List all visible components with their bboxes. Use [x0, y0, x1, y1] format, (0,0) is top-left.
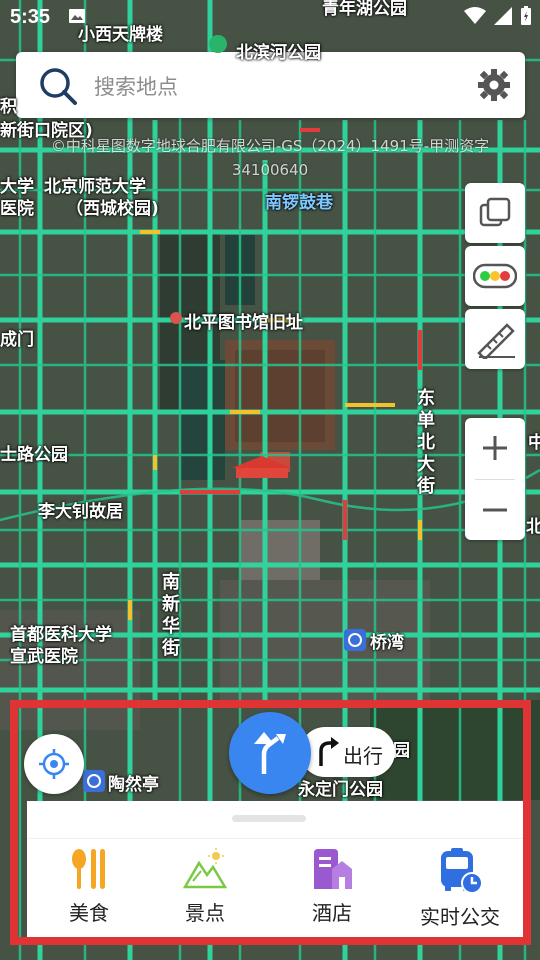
quick-category-panel: 美食 景点 酒店 实时公交 — [27, 801, 524, 937]
quick-item-hotel[interactable]: 酒店 — [270, 847, 394, 933]
park-poi-icon — [209, 35, 227, 53]
plus-icon — [483, 436, 507, 460]
map-label-zhong-edge: 中 — [528, 433, 540, 453]
map-label-xinjiekou: 新街口院区) — [0, 121, 93, 141]
drag-handle[interactable] — [232, 815, 306, 822]
gear-icon[interactable] — [477, 68, 511, 102]
zoom-out-button[interactable] — [465, 480, 525, 540]
locate-button[interactable] — [24, 734, 84, 794]
route-fork-icon — [254, 732, 286, 774]
map-label-shilu: 士路公园 — [0, 445, 68, 465]
map-label-yuan: 园 — [393, 741, 410, 761]
minus-icon — [483, 508, 507, 512]
map-label-nanxinhua: 南新华街 — [162, 572, 180, 659]
travel-label: 出行 — [343, 744, 383, 768]
ruler-icon — [477, 323, 515, 359]
map-label-xiaoxi: 小西天牌楼 — [78, 25, 163, 45]
map-label-ji: 积 — [0, 97, 17, 117]
traffic-light-icon — [473, 263, 517, 289]
quick-item-hotel-label: 酒店 — [312, 901, 352, 925]
metro-station-icon — [344, 629, 366, 651]
quick-item-scenic[interactable]: 景点 — [143, 847, 267, 933]
map-label-chengmen: 成门 — [0, 330, 34, 350]
map-label-yiyuan: 医院 — [0, 199, 34, 219]
wifi-icon — [464, 7, 486, 24]
turn-arrow-icon — [319, 737, 339, 766]
search-icon[interactable] — [38, 66, 78, 106]
travel-button[interactable]: 出行 — [300, 727, 395, 777]
zoom-in-button[interactable] — [465, 418, 525, 478]
battery-icon — [521, 6, 531, 25]
map-label-library: 北平图书馆旧址 — [184, 313, 303, 333]
quick-item-food-label: 美食 — [69, 901, 109, 925]
crosshair-icon — [39, 749, 69, 779]
signal-icon — [494, 7, 512, 25]
quick-item-realtime-bus[interactable]: 实时公交 — [398, 847, 522, 933]
system-icons — [464, 6, 532, 26]
map-label-yongdingmen: 永定门公园 — [298, 780, 383, 800]
status-time: 5:35 — [10, 6, 51, 28]
food-icon — [72, 849, 105, 889]
metro-station-icon-taoranting — [83, 770, 105, 792]
zoom-control — [465, 418, 525, 540]
measure-button[interactable] — [465, 309, 525, 369]
panel-divider — [27, 838, 524, 839]
map-label-beibinhe: 北滨河公园 — [236, 43, 321, 63]
traffic-toggle-button[interactable] — [465, 246, 525, 306]
layers-icon — [479, 197, 511, 227]
quick-item-scenic-label: 景点 — [185, 901, 225, 925]
map-label-lidazhao: 李大钊故居 — [38, 502, 123, 522]
map-label-qiaowan: 桥湾 — [370, 633, 404, 653]
hotel-icon — [314, 849, 352, 889]
quick-item-food[interactable]: 美食 — [27, 847, 151, 933]
map-label-nanluo: 南锣鼓巷 — [265, 193, 333, 213]
library-poi-icon — [170, 312, 182, 324]
route-button[interactable] — [229, 712, 311, 794]
map-label-dongdan: 东单北大街 — [417, 388, 435, 497]
bus-icon — [441, 848, 483, 894]
quick-item-realtime-bus-label: 实时公交 — [420, 905, 500, 929]
map-label-xuanwu: 宣武医院 — [10, 647, 78, 667]
search-input[interactable]: 搜索地点 — [94, 71, 178, 101]
tiananmen-landmark-icon — [232, 456, 292, 478]
scenic-icon — [183, 848, 227, 889]
map-label-bnu-west: （西城校园) — [66, 199, 159, 219]
layers-button[interactable] — [465, 183, 525, 243]
map-label-qinghu: 青年湖公园 — [322, 0, 407, 19]
map-label-taoranting: 陶然亭 — [108, 775, 159, 795]
map-label-bei-edge: 北 — [526, 517, 540, 537]
